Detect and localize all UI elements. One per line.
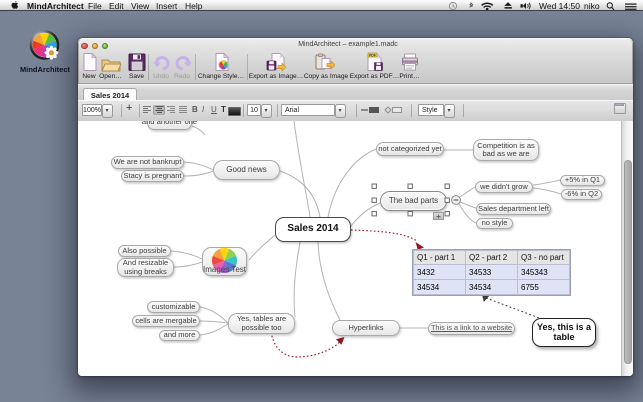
svg-text:PDF: PDF	[369, 53, 376, 57]
